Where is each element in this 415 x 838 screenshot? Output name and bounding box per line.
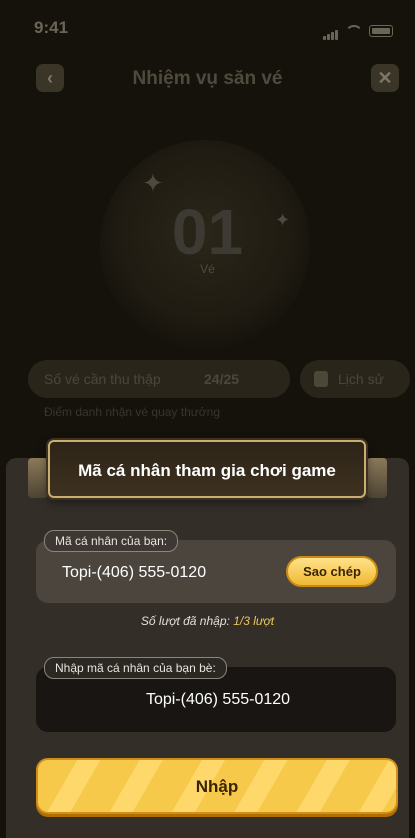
history-label: Lịch sử [338,371,384,387]
banner-ribbon-left [28,458,48,498]
nav-bar: ‹ Nhiệm vụ săn vé ✕ [0,64,415,98]
modal-title: Mã cá nhân tham gia chơi game [78,461,336,480]
battery-icon [369,25,393,37]
close-icon: ✕ [377,67,393,88]
collect-count: 24/25 [204,371,240,387]
status-icons [323,22,393,40]
history-icon [314,371,328,387]
entered-prefix: Số lượt đã nhập: [140,614,230,628]
page-title: Nhiệm vụ săn vé [132,68,283,89]
history-button[interactable]: Lịch sử [300,360,410,398]
friend-code-label: Nhập mã cá nhân của bạn bè: [44,657,227,679]
ticket-count: 01 [171,196,244,268]
status-bar: 9:41 [0,16,415,40]
signal-icon [323,22,339,40]
close-button[interactable]: ✕ [371,64,399,92]
submit-label: Nhập [195,777,239,796]
friend-code-input[interactable] [36,682,400,718]
checkin-text: Điểm danh nhận vé quay thưởng [44,405,221,419]
entered-count-text: Số lượt đã nhập: 1/3 lượt [0,614,415,628]
submit-button[interactable]: Nhập [36,758,398,814]
wifi-icon [345,25,363,37]
copy-button[interactable]: Sao chép [286,556,378,587]
modal-title-banner: Mã cá nhân tham gia chơi game [48,440,366,498]
collect-progress: Số vé cần thu thập 24/25 [28,360,290,398]
entered-count: 1/3 lượt [233,614,275,628]
status-time: 9:41 [34,18,69,37]
personal-code-label: Mã cá nhân của bạn: [44,530,179,552]
collect-label: Số vé cần thu thập [44,371,161,387]
ticket-unit: Vé [200,262,215,276]
personal-code-value: Topi-(406) 555-0120 [62,564,207,581]
banner-ribbon-right [367,458,387,498]
